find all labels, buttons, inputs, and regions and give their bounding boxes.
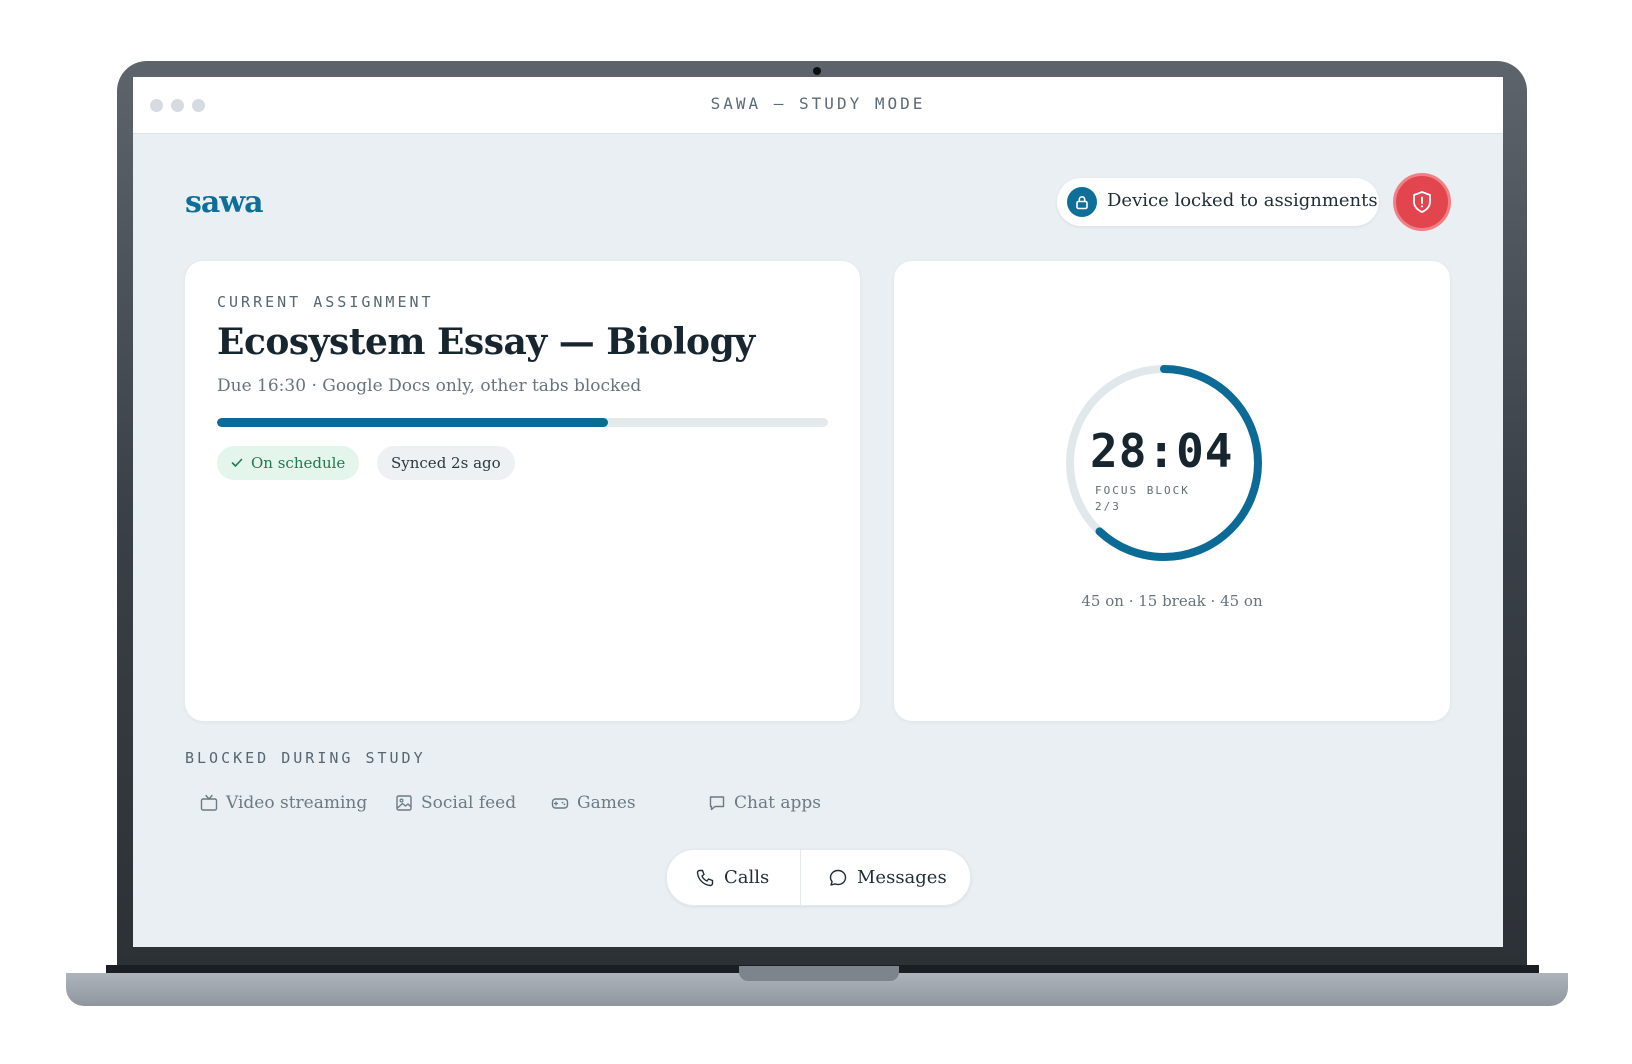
messages-label: Messages bbox=[857, 867, 947, 888]
gamepad-icon bbox=[551, 794, 569, 812]
messages-button[interactable]: Messages bbox=[828, 850, 947, 905]
check-icon bbox=[231, 458, 243, 468]
blocked-item-label: Games bbox=[577, 793, 636, 813]
assignment-card: CURRENT ASSIGNMENT Ecosystem Essay — Bio… bbox=[185, 261, 860, 721]
blocked-item-chat-apps: Chat apps bbox=[708, 790, 821, 816]
assignment-subtitle: Due 16:30 · Google Docs only, other tabs… bbox=[217, 376, 642, 396]
assignment-progress-bar bbox=[217, 418, 828, 427]
timer-schedule: 45 on · 15 break · 45 on bbox=[1081, 592, 1263, 610]
assignment-title: Ecosystem Essay — Biology bbox=[217, 321, 755, 363]
sync-status-label: Synced 2s ago bbox=[391, 454, 501, 472]
calls-label: Calls bbox=[724, 867, 770, 888]
sync-status-badge: Synced 2s ago bbox=[377, 446, 515, 480]
blocked-item-video-streaming: Video streaming bbox=[200, 790, 367, 816]
tv-icon bbox=[200, 794, 218, 812]
assignment-kicker: CURRENT ASSIGNMENT bbox=[217, 293, 434, 311]
window-title: SAWA — STUDY MODE bbox=[710, 94, 926, 113]
phone-icon bbox=[695, 868, 715, 888]
blocked-item-games: Games bbox=[551, 790, 636, 816]
blocked-item-social-feed: Social feed bbox=[395, 790, 516, 816]
message-circle-icon bbox=[828, 868, 848, 888]
communication-bar: Calls Messages bbox=[666, 849, 971, 906]
on-schedule-label: On schedule bbox=[251, 454, 346, 472]
blocked-item-label: Social feed bbox=[421, 793, 517, 813]
blocked-heading: BLOCKED DURING STUDY bbox=[185, 749, 426, 767]
timer-value: 28:04 bbox=[1090, 424, 1234, 478]
chat-icon bbox=[708, 794, 726, 812]
on-schedule-badge: On schedule bbox=[217, 446, 360, 480]
camera bbox=[813, 67, 821, 75]
lock-status-label: Device locked to assignments bbox=[1107, 190, 1378, 211]
assignment-progress-fill bbox=[217, 418, 609, 427]
device-lock-status: Device locked to assignments bbox=[1057, 178, 1379, 226]
image-icon bbox=[395, 794, 413, 812]
blocked-item-label: Chat apps bbox=[734, 793, 821, 813]
comm-divider bbox=[800, 850, 801, 905]
window-titlebar: SAWA — STUDY MODE bbox=[133, 77, 1503, 134]
focus-block-label: FOCUS BLOCK 2/3 bbox=[1095, 484, 1190, 513]
brand-logo: sawa bbox=[185, 185, 264, 220]
emergency-shield-button[interactable] bbox=[1393, 173, 1451, 231]
lock-icon bbox=[1067, 187, 1097, 217]
shield-alert-icon bbox=[1413, 191, 1431, 213]
screen: SAWA — STUDY MODE sawa Device locked to … bbox=[133, 77, 1503, 947]
focus-timer-card: 28:04 FOCUS BLOCK 2/3 45 on · 15 break ·… bbox=[894, 261, 1450, 721]
blocked-item-label: Video streaming bbox=[226, 793, 368, 813]
calls-button[interactable]: Calls bbox=[695, 850, 769, 905]
laptop-notch bbox=[739, 966, 899, 981]
